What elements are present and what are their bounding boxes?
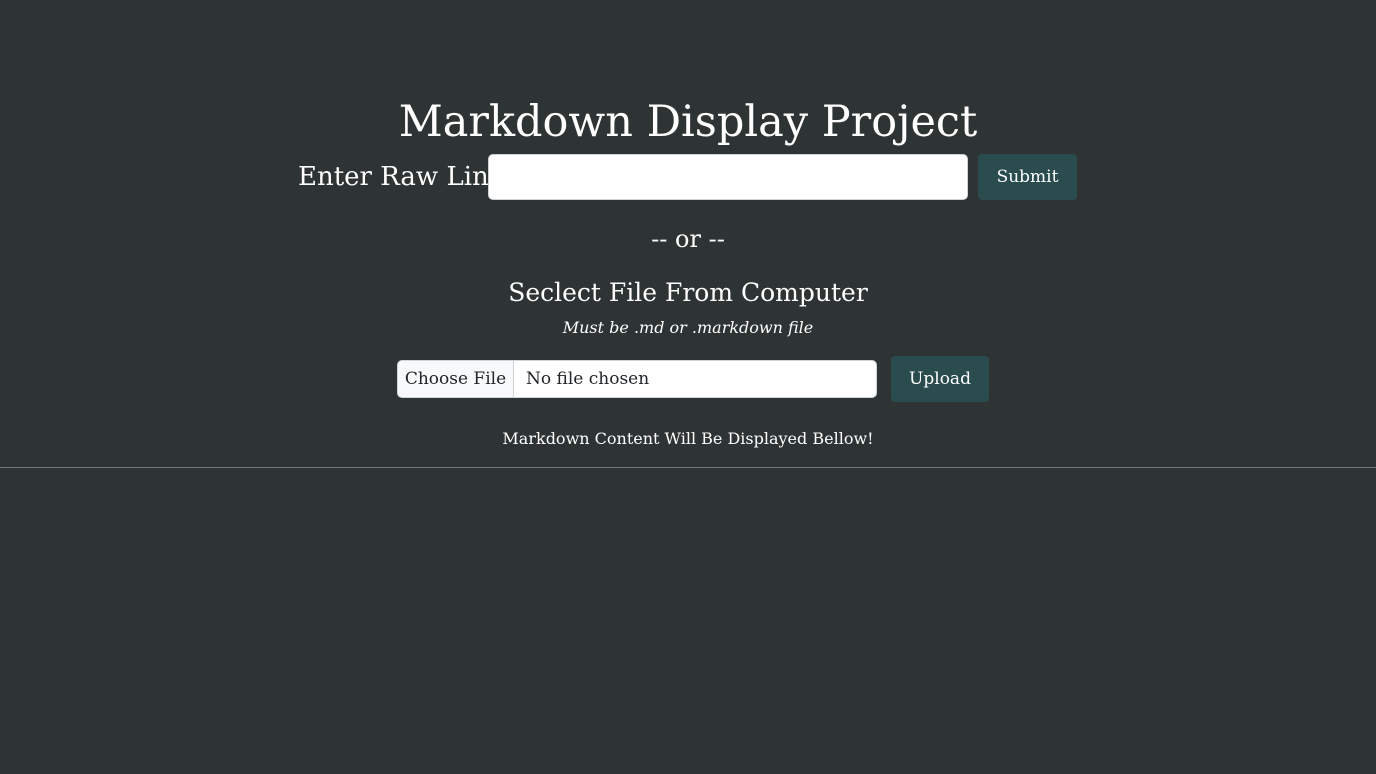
file-type-hint: Must be .md or .markdown file [562, 318, 814, 337]
submit-button[interactable]: Submit [978, 154, 1077, 200]
upload-button[interactable]: Upload [891, 356, 989, 402]
or-separator: -- or -- [651, 225, 725, 253]
raw-link-form: Enter Raw Link Submit [298, 154, 1077, 200]
choose-file-button[interactable]: Choose File [398, 361, 514, 397]
page: Markdown Display Project Enter Raw Link … [0, 0, 1376, 774]
file-status-text: No file chosen [526, 369, 650, 389]
file-section-heading: Seclect File From Computer [508, 278, 868, 307]
page-title: Markdown Display Project [398, 97, 978, 147]
raw-link-label: Enter Raw Link [298, 162, 505, 192]
content-divider [0, 467, 1376, 468]
file-input[interactable]: Choose File No file chosen [397, 360, 877, 398]
raw-link-input[interactable] [488, 154, 968, 200]
file-upload-form: Choose File No file chosen Upload [397, 356, 989, 402]
markdown-display-note: Markdown Content Will Be Displayed Bello… [502, 429, 874, 448]
